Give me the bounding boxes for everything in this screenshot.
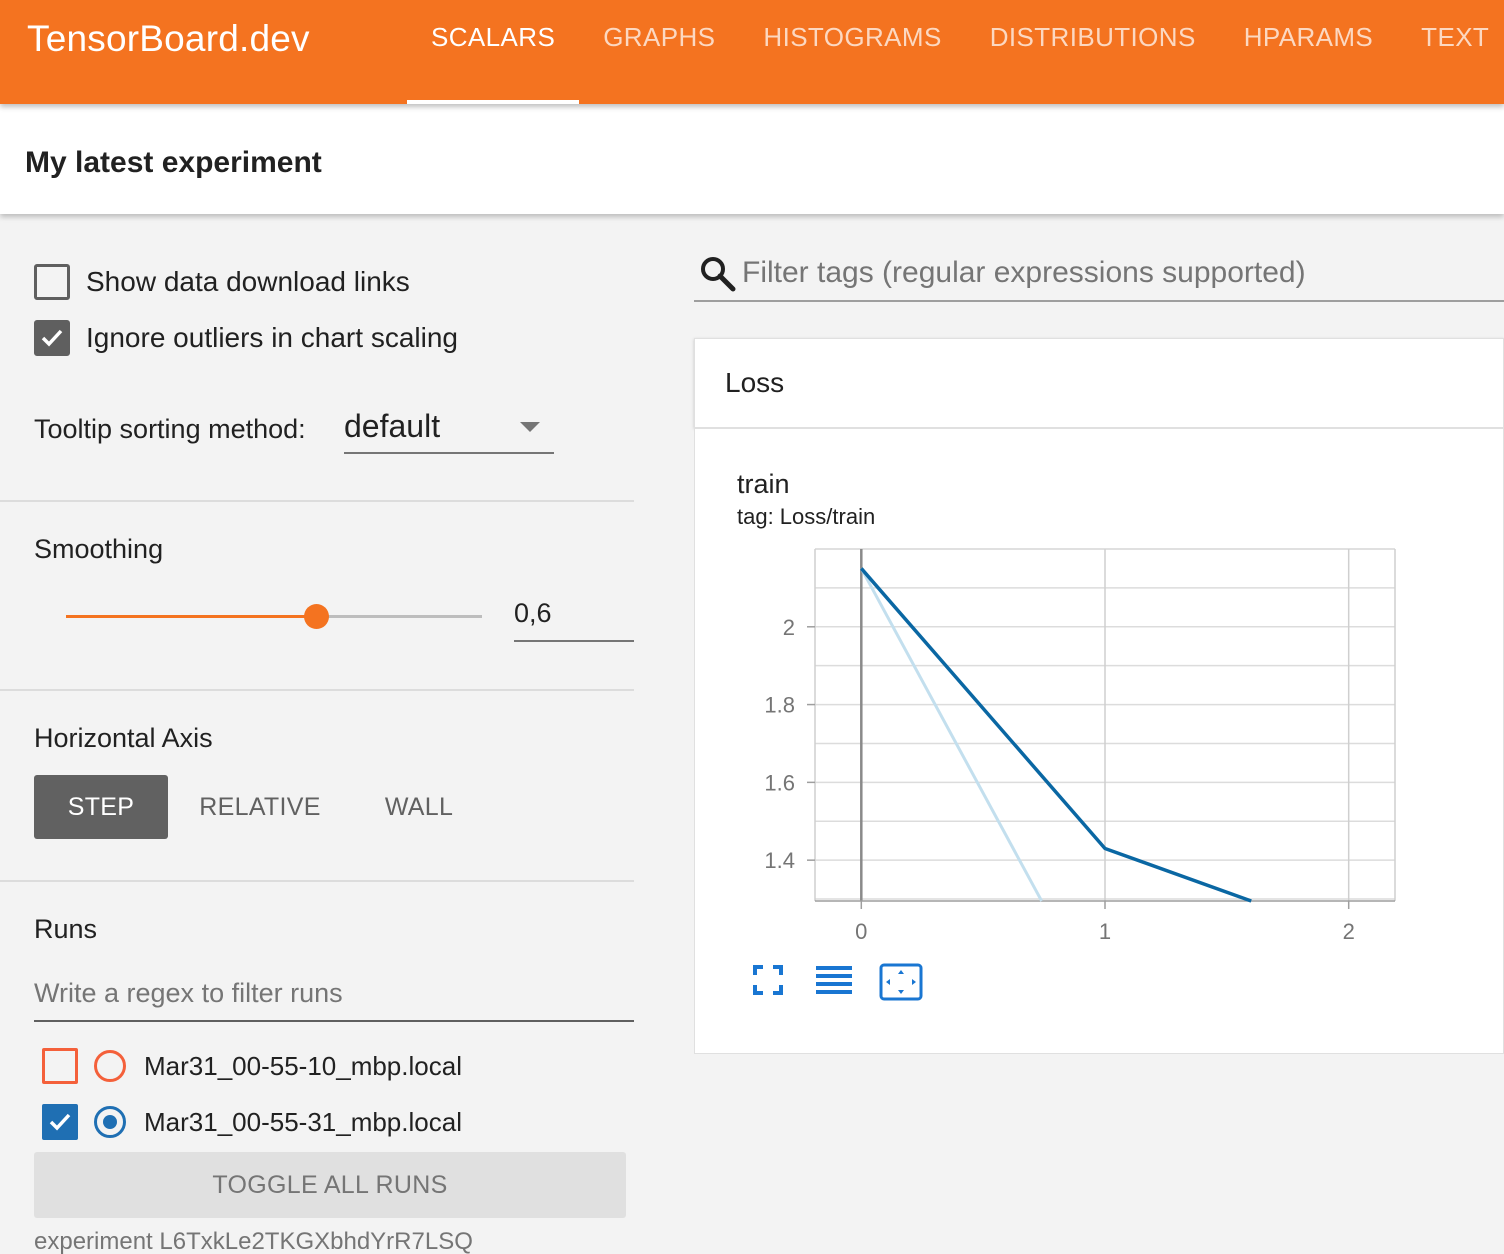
tab-text[interactable]: TEXT [1397, 0, 1504, 104]
tab-scalars[interactable]: SCALARS [407, 0, 580, 104]
smoothing-title: Smoothing [34, 534, 164, 564]
chart-y-tick-label: 2 [783, 615, 795, 640]
run-radio[interactable] [94, 1050, 126, 1082]
card-header-loss[interactable]: Loss [694, 338, 1504, 428]
chart-series-line-raw [859, 567, 1043, 902]
ignore-outliers-row[interactable]: Ignore outliers in chart scaling [34, 320, 458, 356]
tab-histograms[interactable]: HISTOGRAMS [739, 0, 965, 104]
axis-relative-button[interactable]: RELATIVE [184, 775, 336, 839]
smoothing-slider[interactable] [66, 604, 482, 629]
fullscreen-button[interactable] [751, 963, 785, 997]
tab-graphs[interactable]: GRAPHS [579, 0, 739, 104]
ignore-outliers-checkbox[interactable] [34, 320, 70, 356]
card-title: Loss [725, 367, 785, 398]
checkmark-icon [49, 1113, 71, 1131]
line-chart[interactable]: 1.4 1.6 1.8 2 0 1 2 [695, 429, 1503, 949]
experiment-title: My latest experiment [25, 146, 322, 179]
lines-icon [816, 966, 852, 994]
fit-domain-button[interactable] [879, 963, 923, 1001]
show-download-links-checkbox[interactable] [34, 264, 70, 300]
chart-toolbar [751, 963, 923, 1001]
fullscreen-icon [753, 965, 783, 995]
smoothing-value-input[interactable]: 0,6 [514, 594, 634, 642]
tooltip-sorting-select[interactable]: default [344, 404, 554, 454]
radio-selected-dot [103, 1115, 117, 1129]
sidebar: Show data download links Ignore outliers… [0, 214, 634, 1254]
dropdown-caret-icon [520, 422, 540, 432]
tab-distributions[interactable]: DISTRIBUTIONS [966, 0, 1220, 104]
tooltip-sorting-value: default [344, 408, 441, 444]
smoothing-slider-thumb[interactable] [303, 604, 329, 629]
tab-hparams[interactable]: HPARAMS [1220, 0, 1397, 104]
runs-title: Runs [34, 914, 98, 944]
run-checkbox[interactable] [42, 1104, 78, 1140]
show-download-links-label: Show data download links [86, 266, 410, 297]
chart-x-tick-label: 0 [855, 919, 867, 944]
run-name: Mar31_00-55-10_mbp.local [144, 1050, 462, 1081]
experiment-id: experiment L6TxkLe2TKGXbhdYrR7LSQ [34, 1228, 473, 1254]
log-scale-button[interactable] [815, 963, 852, 997]
divider [0, 880, 634, 882]
ignore-outliers-label: Ignore outliers in chart scaling [86, 322, 458, 353]
chart-y-tick-label: 1.4 [764, 848, 795, 873]
chart-series-line-smoothed [859, 567, 1252, 903]
run-checkbox[interactable] [42, 1048, 78, 1084]
chart-y-tick-label: 1.6 [764, 770, 795, 795]
divider [0, 500, 634, 502]
top-app-bar: TensorBoard.dev SCALARS GRAPHS HISTOGRAM… [0, 0, 1504, 104]
checkmark-icon [41, 329, 63, 347]
chart-y-tick-label: 1.8 [764, 693, 795, 718]
run-radio[interactable] [94, 1106, 126, 1138]
horizontal-axis-title: Horizontal Axis [34, 723, 213, 753]
tab-bar: SCALARS GRAPHS HISTOGRAMS DISTRIBUTIONS … [407, 0, 1504, 104]
scalar-card: train tag: Loss/train 1.4 1.6 1.8 2 0 1 2 [694, 428, 1504, 1054]
tag-filter-input[interactable]: Filter tags (regular expressions support… [694, 248, 1504, 302]
divider [0, 689, 634, 691]
chart-x-tick-label: 1 [1099, 919, 1111, 944]
brand-title[interactable]: TensorBoard.dev [27, 18, 310, 60]
experiment-header: My latest experiment [0, 104, 1504, 214]
toggle-all-runs-button[interactable]: TOGGLE ALL RUNS [34, 1152, 626, 1218]
run-item[interactable]: Mar31_00-55-31_mbp.local [42, 1104, 462, 1140]
axis-step-button[interactable]: STEP [34, 775, 168, 839]
tooltip-sorting-label: Tooltip sorting method: [34, 414, 306, 444]
show-download-links-row[interactable]: Show data download links [34, 264, 410, 300]
chart-x-tick-label: 2 [1343, 919, 1355, 944]
run-item[interactable]: Mar31_00-55-10_mbp.local [42, 1048, 462, 1084]
fit-domain-icon [879, 963, 923, 1001]
smoothing-slider-fill [66, 615, 316, 618]
axis-wall-button[interactable]: WALL [360, 775, 478, 839]
run-filter-input[interactable]: Write a regex to filter runs [34, 974, 634, 1022]
run-name: Mar31_00-55-31_mbp.local [144, 1106, 462, 1137]
